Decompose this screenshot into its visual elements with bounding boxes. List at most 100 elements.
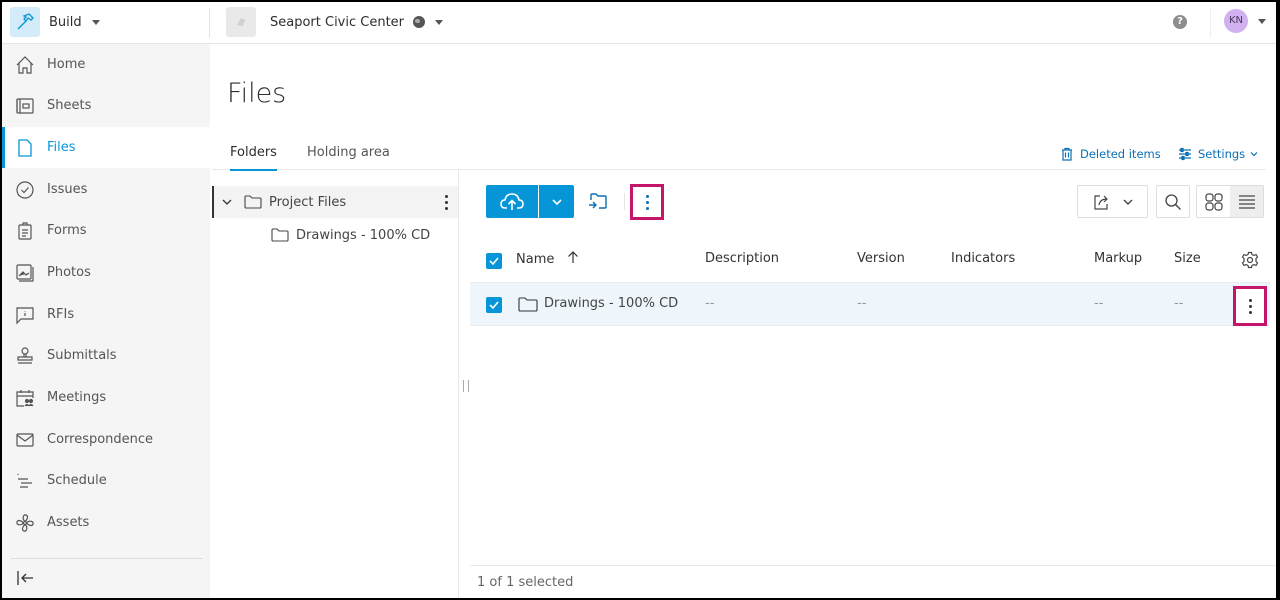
check-icon (489, 301, 499, 310)
folder-icon (244, 195, 262, 209)
folder-icon (518, 297, 538, 312)
upload-dropdown-button[interactable] (539, 185, 574, 218)
sidebar-item-issues[interactable]: Issues (2, 169, 210, 210)
row-more-actions-button[interactable] (1233, 286, 1267, 326)
column-header-description[interactable]: Description (705, 251, 779, 266)
collapse-left-icon[interactable] (16, 570, 36, 586)
top-bar: Build Seaport Civic Center ? KN (2, 2, 1276, 44)
column-header-version[interactable]: Version (857, 251, 905, 266)
chevron-down-icon (435, 19, 444, 25)
upload-button[interactable] (486, 185, 538, 218)
sidebar-item-label: Sheets (47, 98, 92, 113)
file-icon (18, 138, 32, 157)
sidebar-item-home[interactable]: Home (2, 44, 210, 85)
check-icon (489, 257, 499, 266)
chevron-down-icon (1123, 199, 1132, 205)
tree-item-drawings[interactable]: Drawings - 100% CD (212, 219, 458, 251)
row-checkbox[interactable] (486, 297, 502, 313)
sync-folder-icon[interactable] (586, 190, 610, 214)
rfi-chat-icon (16, 306, 34, 324)
globe-icon (413, 16, 426, 28)
clipboard-icon (18, 221, 32, 240)
project-name: Seaport Civic Center (270, 14, 405, 30)
avatar: KN (1224, 9, 1248, 33)
more-options-icon[interactable] (445, 194, 448, 210)
stamp-icon (17, 346, 33, 364)
trash-icon (1062, 147, 1072, 161)
tab-folders[interactable]: Folders (230, 145, 277, 171)
gear-icon[interactable] (1241, 251, 1259, 269)
list-view-button[interactable] (1230, 186, 1263, 217)
project-switcher[interactable]: Seaport Civic Center (226, 7, 444, 37)
column-header-size[interactable]: Size (1174, 251, 1201, 266)
grid-view-button[interactable] (1197, 186, 1230, 217)
page-title: Files (227, 78, 287, 109)
column-header-indicators[interactable]: Indicators (951, 251, 1015, 266)
sidebar-item-meetings[interactable]: Meetings (2, 377, 210, 418)
cell-markup: -- (1094, 296, 1104, 311)
sidebar-item-label: Issues (47, 182, 88, 197)
chevron-down-icon (551, 198, 562, 205)
search-icon (1165, 193, 1181, 210)
hammer-icon (10, 7, 40, 37)
sidebar: Home Sheets Files Issues Forms Photos RF… (2, 44, 210, 598)
tree-item-project-files[interactable]: Project Files (212, 186, 458, 218)
grid-icon (1204, 192, 1223, 211)
divider (1210, 8, 1211, 38)
table-row[interactable]: Drawings - 100% CD -- -- -- -- (470, 282, 1270, 326)
meetings-calendar-icon (16, 389, 34, 407)
fan-icon (16, 513, 34, 532)
app-window: Build Seaport Civic Center ? KN Home She… (2, 2, 1276, 598)
deleted-items-label: Deleted items (1080, 147, 1161, 161)
sidebar-item-label: Assets (47, 515, 90, 530)
cell-description: -- (705, 296, 715, 311)
search-button[interactable] (1156, 185, 1190, 218)
view-toggle (1196, 185, 1264, 218)
list-icon (1238, 194, 1255, 209)
column-header-name[interactable]: Name (516, 251, 579, 267)
sidebar-item-label: Correspondence (47, 432, 154, 447)
settings-label: Settings (1198, 147, 1246, 161)
tab-holding-area[interactable]: Holding area (307, 145, 390, 169)
cell-version: -- (857, 296, 867, 311)
column-header-markup[interactable]: Markup (1094, 251, 1142, 266)
schedule-icon (17, 473, 32, 488)
settings-button[interactable]: Settings (1178, 147, 1259, 161)
chevron-down-icon[interactable] (221, 196, 233, 208)
check-circle-icon (16, 180, 34, 199)
chevron-down-icon (1258, 18, 1266, 24)
folder-tree: Project Files Drawings - 100% CD (212, 170, 459, 598)
sidebar-item-rfis[interactable]: RFIs (2, 294, 210, 335)
more-actions-button[interactable] (630, 184, 664, 220)
sidebar-item-label: RFIs (47, 307, 75, 322)
user-menu[interactable]: KN (1224, 9, 1266, 33)
file-name-link[interactable]: Drawings - 100% CD (544, 296, 678, 311)
project-thumbnail-icon (226, 7, 256, 37)
sidebar-item-submittals[interactable]: Submittals (2, 335, 210, 376)
sliders-icon (1179, 147, 1191, 161)
sidebar-item-sheets[interactable]: Sheets (2, 85, 210, 126)
help-icon[interactable]: ? (1173, 15, 1187, 29)
share-button[interactable] (1077, 185, 1148, 218)
sidebar-item-files[interactable]: Files (2, 127, 210, 168)
sidebar-item-forms[interactable]: Forms (2, 210, 210, 251)
more-options-icon (1248, 298, 1252, 314)
table-header: Name Description Version Indicators Mark… (470, 240, 1270, 282)
sidebar-item-label: Meetings (47, 390, 107, 405)
chevron-down-icon (91, 19, 100, 25)
sidebar-item-schedule[interactable]: Schedule (2, 460, 210, 501)
sidebar-item-assets[interactable]: Assets (2, 502, 210, 543)
app-switcher[interactable]: Build (10, 7, 100, 37)
cloud-upload-icon (500, 192, 524, 210)
select-all-checkbox[interactable] (486, 253, 502, 269)
sidebar-item-photos[interactable]: Photos (2, 252, 210, 293)
sheets-icon (16, 97, 34, 114)
sidebar-item-label: Home (47, 57, 86, 72)
envelope-icon (16, 432, 34, 447)
deleted-items-button[interactable]: Deleted items (1060, 147, 1161, 161)
divider (470, 565, 1276, 566)
panel-resize-handle[interactable] (463, 380, 469, 392)
divider (11, 558, 203, 559)
share-icon (1093, 194, 1108, 210)
sidebar-item-correspondence[interactable]: Correspondence (2, 419, 210, 460)
